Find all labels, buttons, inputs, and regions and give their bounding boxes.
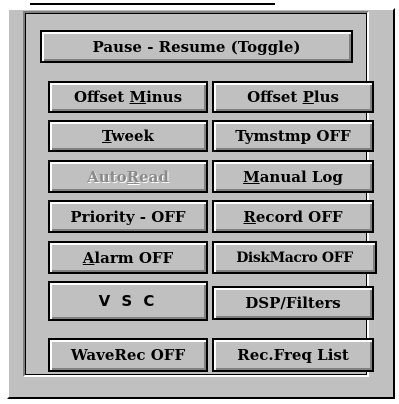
offset-minus-button[interactable]: Offset Minus: [48, 81, 208, 113]
offset-plus-label: Offset Plus: [247, 88, 339, 106]
tweek-label: Tweek: [102, 127, 154, 145]
rec-freq-list-button[interactable]: Rec.Freq List: [212, 338, 374, 372]
waverec-button[interactable]: WaveRec OFF: [48, 338, 208, 372]
offset-plus-button[interactable]: Offset Plus: [212, 81, 374, 113]
record-button[interactable]: Record OFF: [212, 200, 374, 233]
vsc-button[interactable]: V S C: [48, 281, 208, 321]
tymstmp-label: Tymstmp OFF: [235, 127, 351, 145]
top-divider-line: [30, 3, 275, 5]
waverec-label: WaveRec OFF: [70, 346, 186, 364]
diskmacro-label: DiskMacro OFF: [236, 249, 353, 266]
button-group-frame: [23, 11, 369, 377]
tymstmp-button[interactable]: Tymstmp OFF: [212, 120, 374, 152]
record-label: Record OFF: [243, 207, 343, 226]
vsc-label: V S C: [98, 292, 158, 310]
alarm-label: Alarm OFF: [82, 248, 174, 267]
alarm-button[interactable]: Alarm OFF: [48, 241, 208, 274]
autoread-button[interactable]: AutoRead: [48, 160, 208, 193]
rec-freq-list-label: Rec.Freq List: [237, 346, 349, 364]
manual-log-label: Manual Log: [243, 167, 343, 186]
autoread-label: AutoRead: [87, 167, 169, 186]
dsp-filters-button[interactable]: DSP/Filters: [212, 286, 374, 320]
offset-minus-label: Offset Minus: [73, 88, 183, 106]
priority-label: Priority - OFF: [70, 207, 186, 226]
priority-button[interactable]: Priority - OFF: [48, 200, 208, 233]
tweek-button[interactable]: Tweek: [48, 120, 208, 152]
manual-log-button[interactable]: Manual Log: [212, 160, 374, 193]
pause-resume-button[interactable]: Pause - Resume (Toggle): [40, 30, 353, 63]
dsp-filters-label: DSP/Filters: [245, 294, 341, 312]
pause-resume-label: Pause - Resume (Toggle): [92, 37, 301, 56]
diskmacro-button[interactable]: DiskMacro OFF: [212, 241, 377, 274]
